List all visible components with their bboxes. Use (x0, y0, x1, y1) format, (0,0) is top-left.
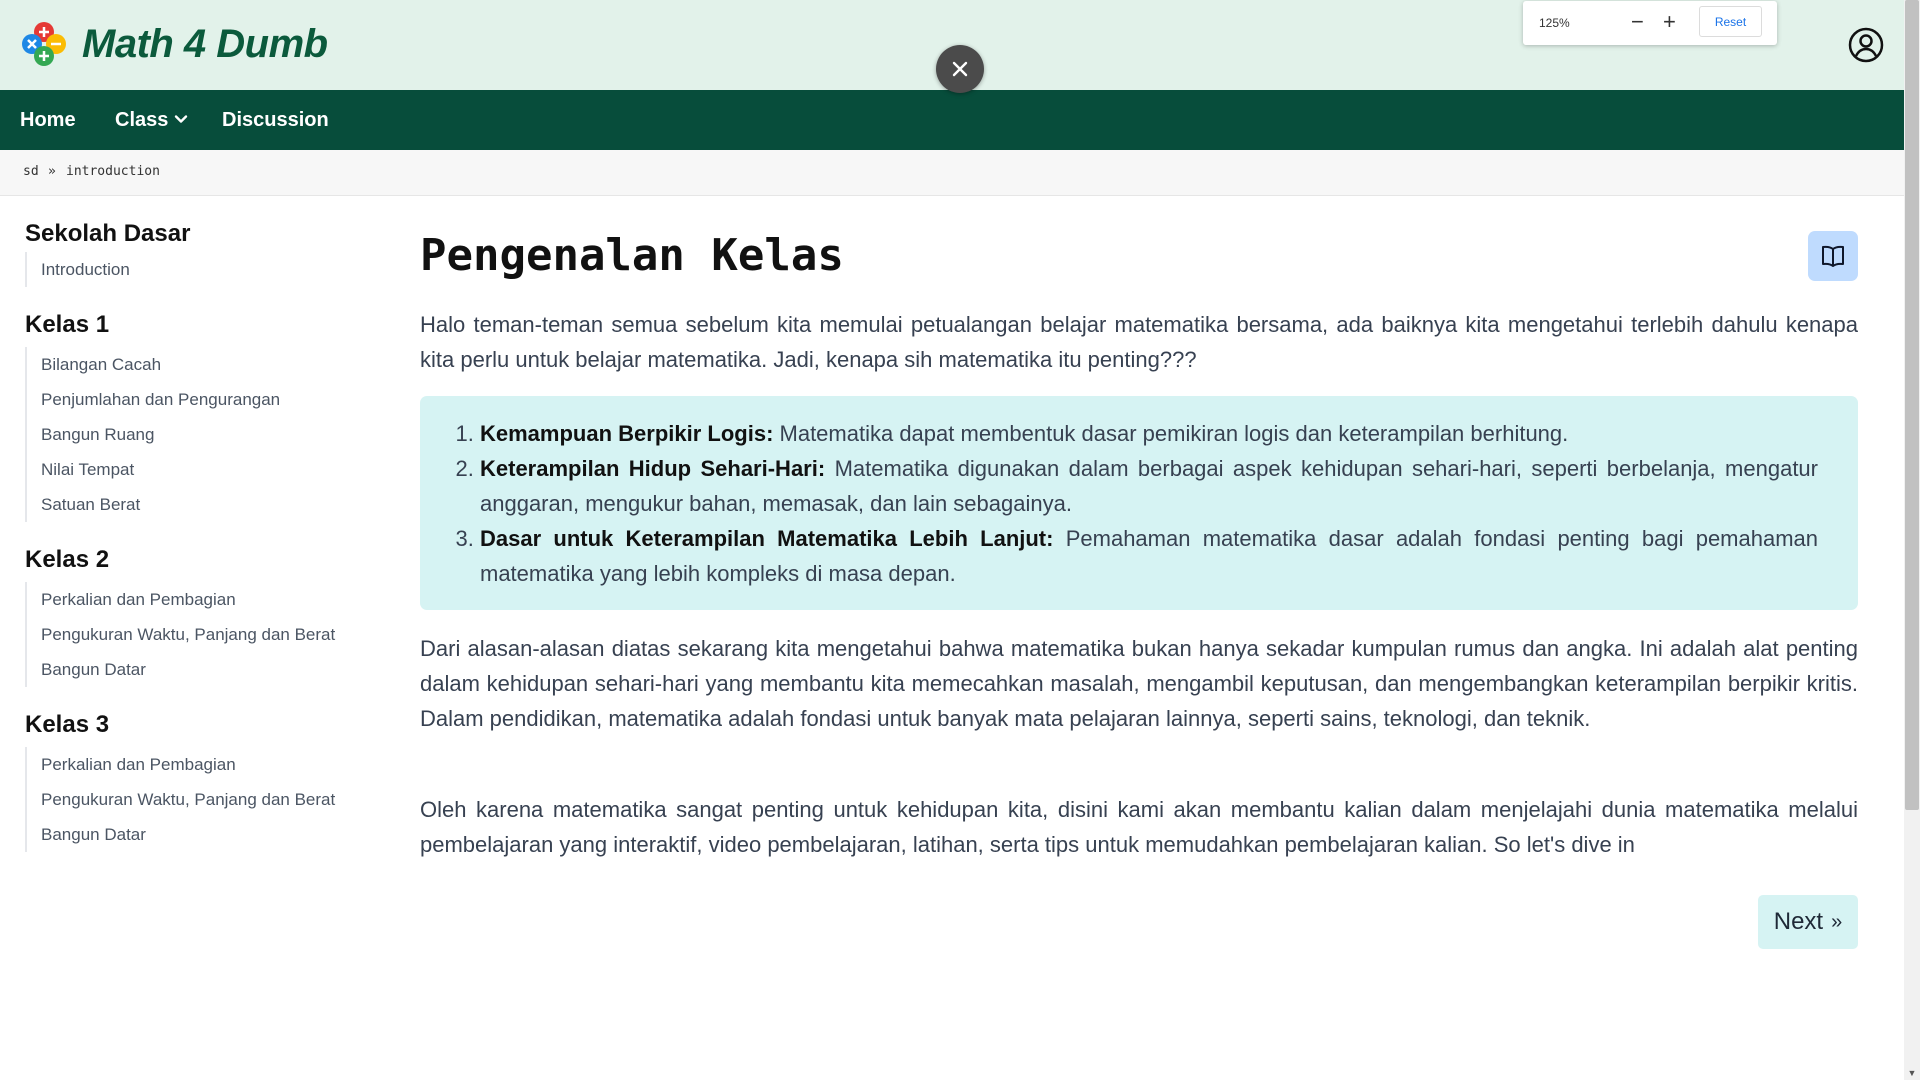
brand-title[interactable]: Math 4 Dumb (82, 22, 328, 67)
chevron-down-icon (175, 115, 188, 123)
main-content: Pengenalan Kelas Halo teman-teman semua … (420, 225, 1858, 372)
sidebar-item-satuan-berat[interactable]: Satuan Berat (41, 487, 365, 522)
next-label: Next (1773, 908, 1824, 935)
zoom-in-button[interactable]: + (1663, 10, 1676, 34)
sidebar-group-title: Kelas 3 (25, 711, 110, 738)
sidebar-item-bilangan-cacah[interactable]: Bilangan Cacah (41, 347, 365, 382)
reason-text: Matematika dapat membentuk dasar pemikir… (773, 421, 1569, 446)
sidebar-group-sekolah-dasar: Sekolah Dasar Introduction (25, 218, 365, 287)
double-chevron-right-icon: » (1831, 910, 1843, 933)
sidebar-item-bangun-ruang[interactable]: Bangun Ruang (41, 417, 365, 452)
close-button[interactable] (936, 45, 984, 93)
list-item: Kemampuan Berpikir Logis: Matematika dap… (480, 416, 1818, 451)
logo-icon (22, 22, 66, 66)
sidebar-item-pengukuran-waktu[interactable]: Pengukuran Waktu, Panjang dan Berat (41, 617, 365, 652)
sidebar-group-title: Kelas 1 (25, 311, 110, 338)
breadcrumb-root[interactable]: sd (23, 164, 39, 179)
sidebar-item-bangun-datar[interactable]: Bangun Datar (41, 817, 365, 852)
reason-title: Kemampuan Berpikir Logis: (480, 421, 774, 446)
reasons-box: Kemampuan Berpikir Logis: Matematika dap… (420, 396, 1858, 610)
sidebar-item-penjumlahan-dan-pengurangan[interactable]: Penjumlahan dan Pengurangan (41, 382, 365, 417)
nav-class-dropdown[interactable]: Class (115, 90, 188, 150)
sidebar-item-nilai-tempat[interactable]: Nilai Tempat (41, 452, 365, 487)
book-button[interactable] (1808, 231, 1858, 281)
sidebar-group-title: Sekolah Dasar (25, 220, 191, 247)
reasons-list: Kemampuan Berpikir Logis: Matematika dap… (440, 416, 1818, 591)
reason-title: Dasar untuk Keterampilan Matematika Lebi… (480, 526, 1054, 551)
next-button[interactable]: Next » (1758, 895, 1858, 949)
sidebar-item-perkalian-dan-pembagian[interactable]: Perkalian dan Pembagian (41, 582, 365, 617)
sidebar-item-pengukuran-waktu[interactable]: Pengukuran Waktu, Panjang dan Berat (41, 782, 365, 817)
sidebar: Sekolah Dasar Introduction Kelas 1 Bilan… (25, 218, 365, 852)
sidebar-group-kelas-3: Kelas 3 Perkalian dan Pembagian Pengukur… (25, 709, 365, 852)
nav-discussion[interactable]: Discussion (222, 90, 329, 150)
sidebar-group-kelas-1: Kelas 1 Bilangan Cacah Penjumlahan dan P… (25, 309, 365, 522)
reason-title: Keterampilan Hidup Sehari-Hari: (480, 456, 826, 481)
main-nav: Home Class Discussion (0, 90, 1904, 150)
scrollbar-thumb[interactable] (1905, 0, 1919, 810)
sidebar-item-bangun-datar[interactable]: Bangun Datar (41, 652, 365, 687)
breadcrumb: sd » introduction (0, 150, 1904, 196)
body-paragraph: Dari alasan-alasan diatas sekarang kita … (420, 636, 1858, 731)
sidebar-item-introduction[interactable]: Introduction (41, 252, 365, 287)
sidebar-group-title: Kelas 2 (25, 546, 110, 573)
zoom-level: 125% (1539, 16, 1570, 30)
close-icon (952, 61, 968, 77)
page-title: Pengenalan Kelas (420, 230, 844, 281)
book-open-icon (1822, 245, 1844, 267)
intro-paragraph: Halo teman-teman semua sebelum kita memu… (420, 312, 1858, 372)
nav-home[interactable]: Home (20, 90, 76, 150)
nav-class-label: Class (115, 109, 169, 131)
breadcrumb-current: introduction (66, 164, 160, 179)
sidebar-group-kelas-2: Kelas 2 Perkalian dan Pembagian Pengukur… (25, 544, 365, 687)
sidebar-item-perkalian-dan-pembagian[interactable]: Perkalian dan Pembagian (41, 747, 365, 782)
zoom-out-button[interactable]: − (1631, 10, 1644, 34)
scroll-down-icon[interactable]: ▼ (1907, 1068, 1917, 1078)
breadcrumb-separator: » (48, 164, 56, 179)
user-account-icon[interactable] (1848, 27, 1884, 63)
zoom-reset-button[interactable]: Reset (1699, 6, 1762, 37)
closing-paragraph: Oleh karena matematika sangat penting un… (420, 797, 1858, 857)
list-item: Dasar untuk Keterampilan Matematika Lebi… (480, 521, 1818, 591)
list-item: Keterampilan Hidup Sehari-Hari: Matemati… (480, 451, 1818, 521)
